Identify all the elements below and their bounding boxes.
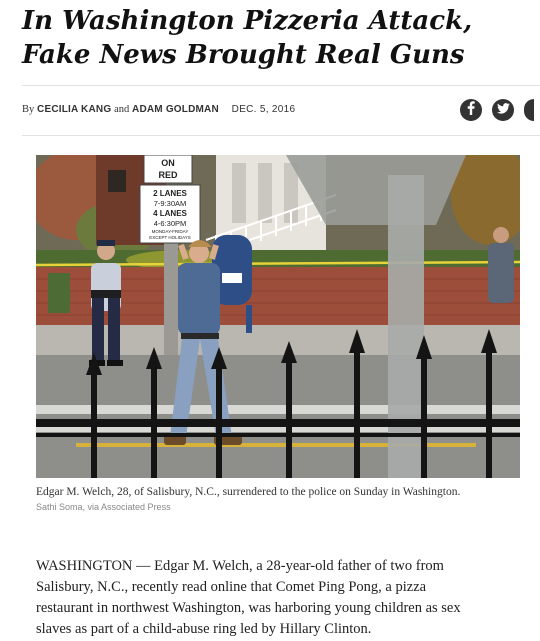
article-page: In Washington Pizzeria Attack, Fake News… [0, 0, 540, 641]
divider-bottom [22, 135, 540, 136]
byline: By CECILIA KANG and ADAM GOLDMAN DEC. 5,… [22, 104, 295, 115]
body-line-4: slaves as part of a child-abuse ring led… [36, 621, 372, 637]
sign-on-red-1: ON [161, 158, 175, 168]
share-tools [460, 99, 534, 123]
author-link-2[interactable]: ADAM GOLDMAN [132, 104, 219, 115]
twitter-icon [496, 101, 510, 119]
sign-lanes-5: MONDAY-FRIDAY [152, 229, 189, 234]
body-line-1: WASHINGTON — Edgar M. Welch, a 28-year-o… [36, 558, 444, 574]
facebook-share-button[interactable] [460, 99, 482, 121]
body-line-3: restaurant in northwest Washington, was … [36, 600, 461, 616]
lead-photo: ON RED 2 LANES 7-9:30AM 4 LANES 4-6:30PM… [36, 155, 520, 478]
photo-caption: Edgar M. Welch, 28, of Salisbury, N.C., … [36, 486, 461, 498]
article-body: WASHINGTON — Edgar M. Welch, a 28-year-o… [36, 556, 526, 640]
byline-conjunction: and [114, 104, 130, 115]
publish-date: DEC. 5, 2016 [231, 104, 296, 115]
author-link-1[interactable]: CECILIA KANG [37, 104, 111, 115]
headline: In Washington Pizzeria Attack, Fake News… [22, 4, 522, 72]
sign-lanes-4: 4-6:30PM [154, 219, 187, 228]
divider-top [22, 85, 540, 86]
headline-line-1: In Washington Pizzeria Attack, [22, 6, 473, 36]
photo-scene: ON RED 2 LANES 7-9:30AM 4 LANES 4-6:30PM… [36, 155, 520, 478]
twitter-share-button[interactable] [492, 99, 514, 121]
sign-on-red-2: RED [158, 170, 178, 180]
byline-prefix: By [22, 104, 35, 115]
sign-lanes-6: EXCEPT HOLIDAYS [149, 235, 191, 240]
photo-credit: Sathi Soma, via Associated Press [36, 502, 171, 512]
more-share-button[interactable] [524, 99, 534, 121]
sign-lanes-1: 2 LANES [153, 189, 187, 198]
sign-lanes-2: 7-9:30AM [154, 199, 187, 208]
sign-lanes-3: 4 LANES [153, 209, 187, 218]
headline-line-2: Fake News Brought Real Guns [22, 40, 465, 70]
facebook-icon [466, 100, 476, 120]
body-line-2: Salisbury, N.C., recently read online th… [36, 579, 427, 595]
